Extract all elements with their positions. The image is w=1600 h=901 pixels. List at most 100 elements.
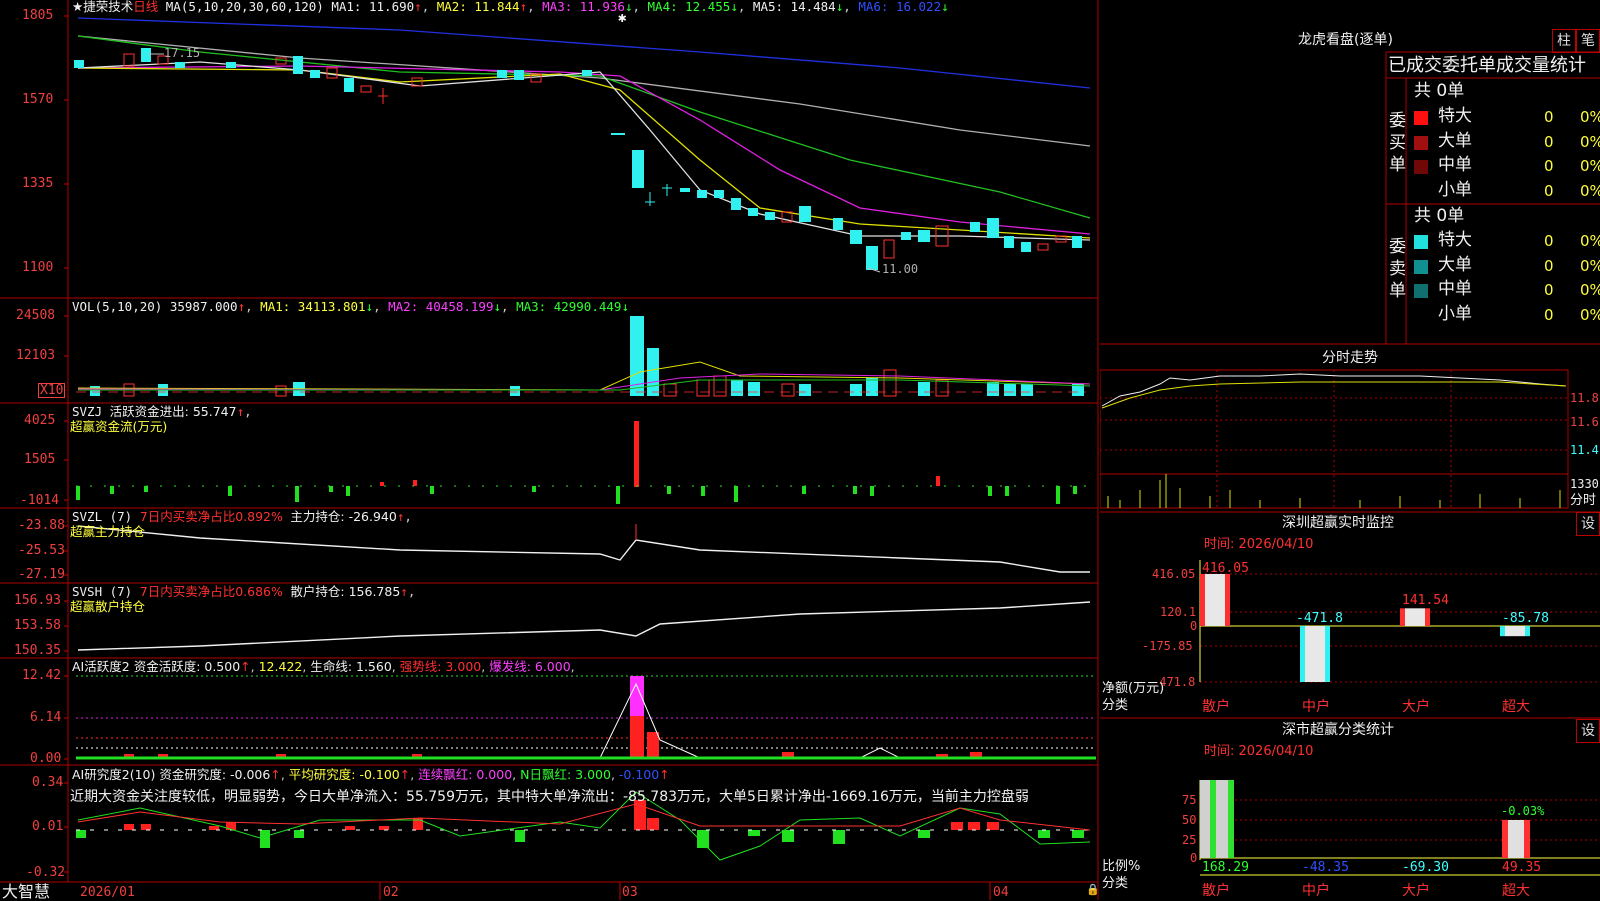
ai-active-v1: 资金活跃度: 0.500 <box>133 659 241 674</box>
sell-row-count: 0 <box>1544 232 1554 250</box>
monitor-value-label: 416.05 <box>1202 561 1249 576</box>
monitor-axis-label: -175.85 <box>1142 639 1193 653</box>
date-axis-label: 2026/01 <box>80 885 135 900</box>
buy-total: 共 0单 <box>1414 81 1465 101</box>
ma-lines <box>77 17 1091 241</box>
ai-comment: 近期大资金关注度较低，明显弱势，今日大单净流入：55.759万元，其中特大单净流… <box>70 789 1029 805</box>
monitor-axis-label: 120.1 <box>1160 605 1197 619</box>
svsh-label: SVSH (7) <box>72 584 133 599</box>
ai-active-label: AI活跃度2 <box>72 659 130 674</box>
svzl-axis-label: -23.88 <box>18 518 65 533</box>
buy-row-pct: 0% <box>1580 108 1600 126</box>
vol-ma2: MA2: 40458.199 <box>388 299 494 314</box>
buy-row-count: 0 <box>1544 157 1554 175</box>
classify-value: -69.30 <box>1402 860 1449 875</box>
classify-top-label: -0.03% <box>1501 804 1545 818</box>
intraday-axis-label: 11.61 <box>1570 415 1600 429</box>
date-axis-label: 04 <box>993 885 1009 900</box>
vol-axis-label: 12103 <box>16 348 56 363</box>
buy-row-count: 0 <box>1544 181 1554 200</box>
monitor-category-label: 大户 <box>1402 699 1430 715</box>
monitor-bar <box>1300 626 1305 682</box>
vol-unit[interactable]: X10 <box>38 383 66 398</box>
sell-row-pct: 0% <box>1580 256 1600 275</box>
monitor-bar <box>1200 574 1205 626</box>
sell-row: 小单 0 0% <box>1414 305 1600 327</box>
buy-row-pct: 0% <box>1580 157 1600 175</box>
classify-value: 49.35 <box>1502 860 1542 875</box>
svzl-hold: 主力持仓: -26.940 <box>290 509 397 524</box>
classify-value: 168.29 <box>1202 860 1249 875</box>
ma-params: MA(5,10,20,30,60,120) <box>165 0 324 14</box>
monitor-bar <box>1400 608 1405 626</box>
svzl-label: SVZL (7) <box>72 509 133 524</box>
classify-date: 时间: 2026/04/10 <box>1204 744 1314 759</box>
monitor-bar <box>1325 626 1330 682</box>
monitor-bar <box>1405 608 1425 626</box>
monitor-bars <box>1200 574 1530 682</box>
monitor-bar <box>1505 626 1525 637</box>
sell-order-label: 委卖单 <box>1389 237 1406 301</box>
monitor-value-label: -471.8 <box>1296 611 1343 626</box>
monitor-bar <box>1525 626 1530 637</box>
sell-row: 大单 0 0% <box>1414 256 1600 278</box>
low-price-label: 11.00 <box>882 262 919 276</box>
lock-icon[interactable]: 🔒 <box>1086 884 1100 895</box>
ma5-value: MA5: 14.484 <box>752 0 836 14</box>
monitor-date: 时间: 2026/04/10 <box>1204 537 1314 552</box>
buy-row-count: 0 <box>1544 132 1554 151</box>
price-axis-label: 1335 <box>22 176 54 191</box>
buy-row-pct: 0% <box>1580 181 1600 200</box>
sell-row-name: 特大 <box>1438 230 1472 250</box>
price-axis-label: 1100 <box>22 260 54 275</box>
ai-research-v1: 资金研究度: -0.006 <box>159 767 271 782</box>
stock-name[interactable]: 捷荣技术 <box>83 0 133 14</box>
period-label[interactable]: 日线 <box>133 0 158 14</box>
bar-view-tab[interactable]: 柱 <box>1552 29 1576 53</box>
classify-settings-button[interactable]: 设 <box>1576 719 1600 743</box>
favorite-star-icon[interactable]: ★ <box>72 0 83 14</box>
price-axis-label: 1805 <box>22 8 54 23</box>
monitor-value-label: 141.54 <box>1402 593 1449 609</box>
chart-area[interactable]: ✱ <box>0 0 1100 900</box>
ma2-value: MA2: 11.844 <box>436 0 520 14</box>
monitor-category-label: 中户 <box>1302 699 1330 715</box>
classify-category: 中户 <box>1302 883 1330 899</box>
svzj-bars <box>76 421 1096 504</box>
svsh-axis-label: 150.35 <box>14 643 61 658</box>
monitor-category-label: 超大 <box>1502 699 1530 715</box>
svzj-axis-label: 4025 <box>24 413 56 428</box>
classify-category: 大户 <box>1402 883 1430 899</box>
classify-axis-label: 50 <box>1182 813 1197 827</box>
svsh-ratio: 7日内买卖净占比0.686% <box>139 584 283 599</box>
buy-row-pct: 0% <box>1580 132 1600 151</box>
monitor-value-label: -85.78 <box>1502 611 1549 626</box>
monitor-bar <box>1500 626 1505 637</box>
sell-row-pct: 0% <box>1580 305 1600 324</box>
vol-value: 35987.000 <box>169 299 238 314</box>
monitor-title: 深圳超赢实时监控 <box>1282 515 1394 531</box>
sell-row-pct: 0% <box>1580 232 1600 250</box>
buy-order-label: 委买单 <box>1389 111 1406 175</box>
volume-bars <box>76 316 1091 397</box>
sell-color-swatch <box>1414 284 1428 298</box>
sell-row: 特大 0 0% <box>1414 231 1600 253</box>
svzl-ratio: 7日内买卖净占比0.892% <box>139 509 283 524</box>
monitor-settings-button[interactable]: 设 <box>1576 512 1600 536</box>
ai-active-v4: 强势线: 3.000 <box>399 659 482 674</box>
classify-xlabel: 分类 <box>1102 876 1129 891</box>
ai-research-label: AI研究度2(10) <box>72 767 156 782</box>
buy-row: 特大 0 0% <box>1414 107 1600 129</box>
vol-ma1: MA1: 34113.801 <box>260 299 366 314</box>
tick-view-tab[interactable]: 笔 <box>1576 29 1600 53</box>
svzl-line <box>77 525 1090 573</box>
buy-row: 中单 0 0% <box>1414 156 1600 178</box>
ai-active-axis-label: 0.00 <box>30 751 62 766</box>
intraday-chart <box>1100 369 1569 509</box>
intraday-vol-label: 1330 <box>1570 477 1599 491</box>
intraday-vol-unit: 分时 <box>1570 493 1597 508</box>
ai-research-v5: -0.100 <box>618 767 660 782</box>
ai-active-v5: 爆发线: 6.000 <box>489 659 571 674</box>
candles <box>74 48 1082 270</box>
buy-color-swatch <box>1414 135 1428 150</box>
